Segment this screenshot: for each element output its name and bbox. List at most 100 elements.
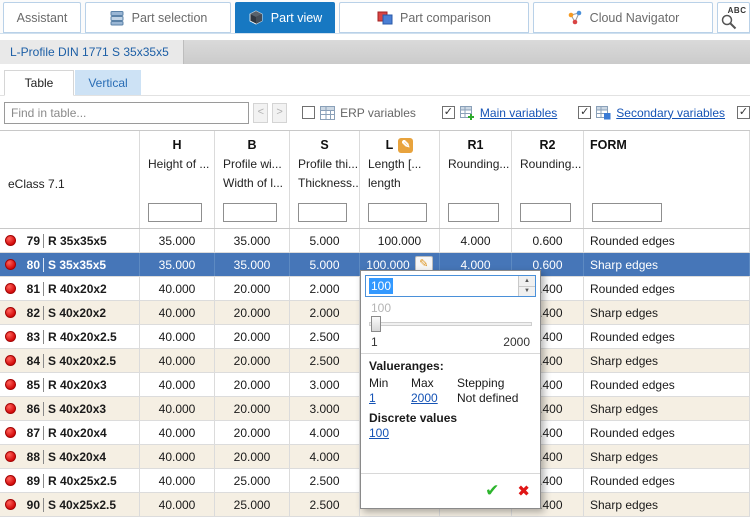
- filter-input-form[interactable]: [592, 203, 662, 222]
- max-column-header: Max: [411, 376, 457, 391]
- tab-text-search[interactable]: ABC: [717, 2, 750, 33]
- tab-part-selection-label: Part selection: [132, 11, 208, 25]
- row-label-cell: 86 S 40x20x3: [0, 397, 140, 420]
- cell-s: 2.500: [290, 493, 360, 516]
- tab-part-selection[interactable]: Part selection: [85, 2, 231, 33]
- find-in-table-input[interactable]: [4, 102, 249, 124]
- discrete-value-link[interactable]: 100: [369, 426, 389, 440]
- tab-table-view[interactable]: Table: [4, 70, 74, 96]
- valueranges-header-row: Min Max Stepping: [369, 376, 532, 391]
- value-editor-popup: 100 ▲ ▼ 100 1 2000 Valueranges: Min Max …: [360, 270, 541, 509]
- cell-b: 20.000: [215, 325, 290, 348]
- tab-vertical-view[interactable]: Vertical: [75, 70, 141, 95]
- cell-form: Sharp edges: [584, 301, 750, 324]
- spin-down-button[interactable]: ▼: [519, 287, 535, 297]
- tab-part-comparison[interactable]: Part comparison: [339, 2, 529, 33]
- cell-form: Rounded edges: [584, 373, 750, 396]
- label-divider: [43, 450, 44, 464]
- column-header-l[interactable]: L ✎ Length [... length: [360, 131, 440, 197]
- row-label-cell: 88 S 40x20x4: [0, 445, 140, 468]
- main-variables-checkbox[interactable]: ✓: [442, 106, 455, 119]
- cell-b: 25.000: [215, 493, 290, 516]
- tab-cloud-navigator[interactable]: Cloud Navigator: [533, 2, 713, 33]
- row-number: 82: [20, 306, 40, 320]
- status-icon: [5, 427, 16, 438]
- edit-column-icon[interactable]: ✎: [398, 138, 413, 153]
- max-value-link[interactable]: 2000: [411, 391, 438, 405]
- cell-h: 40.000: [140, 397, 215, 420]
- filter-input-s[interactable]: [298, 203, 347, 222]
- popup-divider: [361, 353, 540, 354]
- cell-r1: 4.000: [440, 229, 512, 252]
- value-slider[interactable]: [369, 315, 532, 333]
- spin-value[interactable]: 100: [369, 278, 393, 294]
- row-number: 89: [20, 474, 40, 488]
- column-header-r1[interactable]: R1 Rounding...: [440, 131, 512, 197]
- row-name: S 40x20x3: [48, 402, 106, 416]
- tab-part-view[interactable]: Part view: [235, 2, 335, 33]
- cell-s: 5.000: [290, 253, 360, 276]
- spin-up-button[interactable]: ▲: [519, 276, 535, 287]
- label-divider: [43, 498, 44, 512]
- part-tab-bar: L-Profile DIN 1771 S 35x35x5: [0, 40, 750, 64]
- row-name: S 40x20x2.5: [48, 354, 116, 368]
- cell-r2: 0.600: [512, 229, 584, 252]
- status-icon: [5, 475, 16, 486]
- slider-thumb[interactable]: [371, 316, 381, 332]
- column-header-r2[interactable]: R2 Rounding...: [512, 131, 584, 197]
- row-name: R 40x25x2.5: [48, 474, 117, 488]
- row-name: S 40x20x2: [48, 306, 106, 320]
- cell-form: Sharp edges: [584, 397, 750, 420]
- part-tab[interactable]: L-Profile DIN 1771 S 35x35x5: [0, 40, 184, 64]
- status-icon: [5, 355, 16, 366]
- cell-form: Sharp edges: [584, 253, 750, 276]
- column-header-label: eClass 7.1: [0, 131, 140, 197]
- status-icon: [5, 259, 16, 270]
- filter-input-r2[interactable]: [520, 203, 571, 222]
- cell-b: 20.000: [215, 397, 290, 420]
- row-label-cell: 81 R 40x20x2: [0, 277, 140, 300]
- filter-input-h[interactable]: [148, 203, 202, 222]
- cell-h: 40.000: [140, 325, 215, 348]
- min-value-link[interactable]: 1: [369, 391, 376, 405]
- label-divider: [43, 282, 44, 296]
- confirm-button[interactable]: ✔: [485, 481, 499, 501]
- slider-current-value: 100: [371, 301, 540, 315]
- row-name: R 40x20x4: [48, 426, 107, 440]
- row-number: 90: [20, 498, 40, 512]
- row-number: 88: [20, 450, 40, 464]
- filter-input-b[interactable]: [223, 203, 277, 222]
- label-divider: [43, 354, 44, 368]
- column-header-form[interactable]: FORM: [584, 131, 750, 197]
- slider-track: [369, 322, 532, 326]
- find-next-button[interactable]: >: [272, 103, 287, 123]
- row-name: S 40x25x2.5: [48, 498, 116, 512]
- value-spinbox[interactable]: 100 ▲ ▼: [365, 275, 536, 297]
- column-header-s[interactable]: S Profile thi... Thickness...: [290, 131, 360, 197]
- find-previous-button[interactable]: <: [253, 103, 268, 123]
- cell-form: Sharp edges: [584, 493, 750, 516]
- row-label-cell: 83 R 40x20x2.5: [0, 325, 140, 348]
- tab-part-view-label: Part view: [271, 11, 322, 25]
- part-view-icon: [248, 10, 264, 26]
- table-row[interactable]: 79 R 35x35x5 35.000 35.000 5.000 100.000…: [0, 229, 750, 253]
- cell-h: 35.000: [140, 229, 215, 252]
- table-toolbar: < > ERP variables ✓ Main variables ✓ Sec…: [0, 96, 750, 129]
- cancel-button[interactable]: ✖: [517, 482, 530, 500]
- view-tab-bar: Table Vertical: [0, 70, 750, 96]
- secondary-variables-label[interactable]: Secondary variables: [616, 106, 725, 120]
- row-label-cell: 79 R 35x35x5: [0, 229, 140, 252]
- popup-footer-divider: [361, 473, 540, 474]
- column-header-b[interactable]: B Profile wi... Width of l...: [215, 131, 290, 197]
- tab-assistant[interactable]: Assistant: [3, 2, 81, 33]
- column-header-h[interactable]: H Height of ...: [140, 131, 215, 197]
- secondary-variables-checkbox[interactable]: ✓: [578, 106, 591, 119]
- slider-max-label: 2000: [503, 335, 530, 349]
- extra-variables-checkbox[interactable]: ✓: [737, 106, 750, 119]
- erp-variables-checkbox[interactable]: [302, 106, 315, 119]
- cell-b: 20.000: [215, 445, 290, 468]
- main-variables-label[interactable]: Main variables: [480, 106, 557, 120]
- filter-input-r1[interactable]: [448, 203, 499, 222]
- cell-form: Rounded edges: [584, 277, 750, 300]
- filter-input-l[interactable]: [368, 203, 427, 222]
